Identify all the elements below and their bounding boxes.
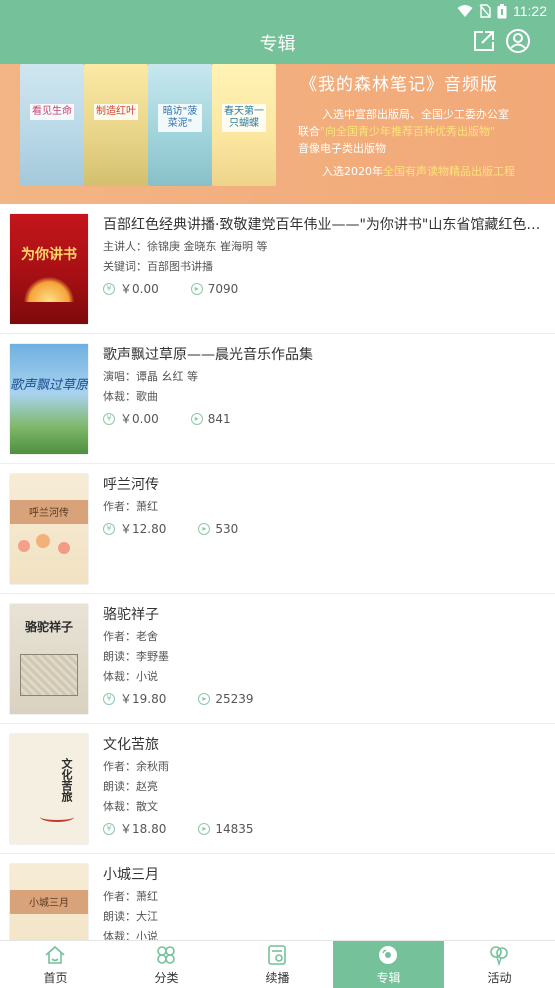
album-title: 骆驼祥子 <box>103 607 159 623</box>
album-stats: ¥ ￥19.80 ▸ 25239 <box>103 690 286 707</box>
status-time: 11:22 <box>513 3 547 19</box>
album-disc-icon <box>379 946 397 964</box>
play-count-icon: ▸ <box>190 412 203 425</box>
tab-album[interactable]: 专辑 <box>333 941 444 988</box>
battery-icon <box>497 3 507 18</box>
album-play-count: 7090 <box>207 281 239 296</box>
album-list-item[interactable]: 骆驼祥子 骆驼祥子 作者：老舍 朗读：李野墨 体裁：小说 ¥ ￥19.80 ▸ 25… <box>0 594 555 724</box>
price-icon: ¥ <box>103 822 115 835</box>
album-cover: 呼兰河传 <box>10 474 88 584</box>
tab-home[interactable]: 首页 <box>0 941 111 988</box>
status-bar: 11:22 <box>0 0 555 24</box>
tab-label: 分类 <box>154 971 179 985</box>
album-price: ￥12.80 <box>120 522 167 536</box>
album-list-item[interactable]: 歌声飘过草原 歌声飘过草原——晨光音乐作品集 演唱：谭晶 幺红 等 体裁：歌曲 … <box>0 334 555 464</box>
play-count-icon: ▸ <box>198 692 211 705</box>
banner-title: 《我的森林笔记》音频版 <box>300 75 498 95</box>
tab-label: 专辑 <box>376 971 401 985</box>
tab-label: 续播 <box>265 971 290 985</box>
banner-line: 入选2020年全国有声读物精品出版工程 <box>322 165 515 178</box>
album-meta: 作者：萧红 <box>103 890 158 903</box>
album-price: ￥19.80 <box>120 692 167 706</box>
album-play-count: 530 <box>215 521 239 536</box>
album-cover: 小城三月 <box>10 864 88 940</box>
home-icon <box>45 945 65 964</box>
album-price: ￥0.00 <box>120 282 159 296</box>
album-list-item[interactable]: 文化苦旅 文化苦旅 作者：余秋雨 朗读：赵亮 体裁：散文 ¥ ￥18.80 ▸ 14… <box>0 724 555 854</box>
play-count-icon: ▸ <box>198 522 211 535</box>
promo-banner[interactable]: 看见生命 制造红叶 暗访"菠菜泥" 春天第一只蝴蝶 《我的森林笔记》音频版 入选… <box>0 64 555 204</box>
price-icon: ¥ <box>103 522 115 535</box>
album-meta: 演唱：谭晶 幺红 等 <box>103 370 198 383</box>
album-title: 歌声飘过草原——晨光音乐作品集 <box>103 347 313 363</box>
tab-label: 首页 <box>43 971 68 985</box>
album-meta: 朗读：李野墨 <box>103 650 169 663</box>
banner-book-cover: 春天第一只蝴蝶 <box>212 64 276 186</box>
album-price: ￥18.80 <box>120 822 167 836</box>
banner-line: 音像电子类出版物 <box>298 142 386 155</box>
album-list-item[interactable]: 小城三月 小城三月 作者：萧红 朗读：大江 体裁：小说 <box>0 854 555 940</box>
album-title: 百部红色经典讲播·致敬建党百年伟业——"为你讲书"山东省馆藏红色经典 <box>103 217 548 233</box>
album-title: 呼兰河传 <box>103 477 159 493</box>
album-meta: 作者：萧红 <box>103 500 158 513</box>
album-meta: 体裁：散文 <box>103 800 158 813</box>
price-icon: ¥ <box>103 692 115 705</box>
tab-activity[interactable]: 活动 <box>444 941 555 988</box>
banner-book-covers: 看见生命 制造红叶 暗访"菠菜泥" 春天第一只蝴蝶 <box>18 64 288 204</box>
wifi-icon <box>457 5 473 17</box>
album-stats: ¥ ￥12.80 ▸ 530 <box>103 520 270 537</box>
album-stats: ¥ ￥0.00 ▸ 7090 <box>103 280 270 297</box>
price-icon: ¥ <box>103 412 115 425</box>
share-icon[interactable] <box>471 28 497 54</box>
album-cover: 歌声飘过草原 <box>10 344 88 454</box>
banner-line: 入选中宣部出版局、全国少工委办公室 <box>322 108 509 121</box>
album-title: 小城三月 <box>103 867 159 883</box>
category-icon <box>157 946 175 964</box>
album-price: ￥0.00 <box>120 412 159 426</box>
album-play-count: 841 <box>207 411 231 426</box>
album-meta: 体裁：歌曲 <box>103 390 158 403</box>
album-play-count: 25239 <box>215 691 254 706</box>
banner-book-cover: 制造红叶 <box>84 64 148 186</box>
bottom-tab-bar: 首页 分类 续播 专辑 活动 <box>0 940 555 988</box>
album-list-item[interactable]: 为你讲书 百部红色经典讲播·致敬建党百年伟业——"为你讲书"山东省馆藏红色经典 … <box>0 204 555 334</box>
price-icon: ¥ <box>103 282 115 295</box>
album-meta: 作者：余秋雨 <box>103 760 169 773</box>
album-meta: 朗读：赵亮 <box>103 780 158 793</box>
album-meta: 作者：老舍 <box>103 630 158 643</box>
album-meta: 关键词：百部图书讲播 <box>103 260 213 273</box>
tab-label: 活动 <box>487 971 512 985</box>
album-cover: 骆驼祥子 <box>10 604 88 714</box>
album-meta: 体裁：小说 <box>103 670 158 683</box>
album-title: 文化苦旅 <box>103 737 159 753</box>
album-cover: 文化苦旅 <box>10 734 88 844</box>
tab-category[interactable]: 分类 <box>111 941 222 988</box>
tab-continue-play[interactable]: 续播 <box>222 941 333 988</box>
album-meta: 主讲人：徐锦庚 金晓东 崔海明 等 <box>103 240 268 253</box>
activity-balloon-icon <box>490 946 508 966</box>
play-count-icon: ▸ <box>198 822 211 835</box>
continue-play-icon <box>268 945 286 965</box>
banner-book-cover: 暗访"菠菜泥" <box>148 64 212 186</box>
play-count-icon: ▸ <box>190 282 203 295</box>
no-sim-icon <box>479 4 491 18</box>
album-stats: ¥ ￥0.00 ▸ 841 <box>103 410 263 427</box>
album-list[interactable]: 为你讲书 百部红色经典讲播·致敬建党百年伟业——"为你讲书"山东省馆藏红色经典 … <box>0 204 555 940</box>
banner-line: 联合"向全国青少年推荐百种优秀出版物" <box>298 125 496 138</box>
album-meta: 体裁：小说 <box>103 930 158 940</box>
top-app-bar: 11:22 专辑 <box>0 0 555 64</box>
user-icon[interactable] <box>505 28 531 54</box>
album-cover: 为你讲书 <box>10 214 88 324</box>
album-play-count: 14835 <box>215 821 254 836</box>
album-list-item[interactable]: 呼兰河传 呼兰河传 作者：萧红 ¥ ￥12.80 ▸ 530 <box>0 464 555 594</box>
album-stats: ¥ ￥18.80 ▸ 14835 <box>103 820 286 837</box>
album-meta: 朗读：大江 <box>103 910 158 923</box>
banner-book-cover: 看见生命 <box>20 64 84 186</box>
